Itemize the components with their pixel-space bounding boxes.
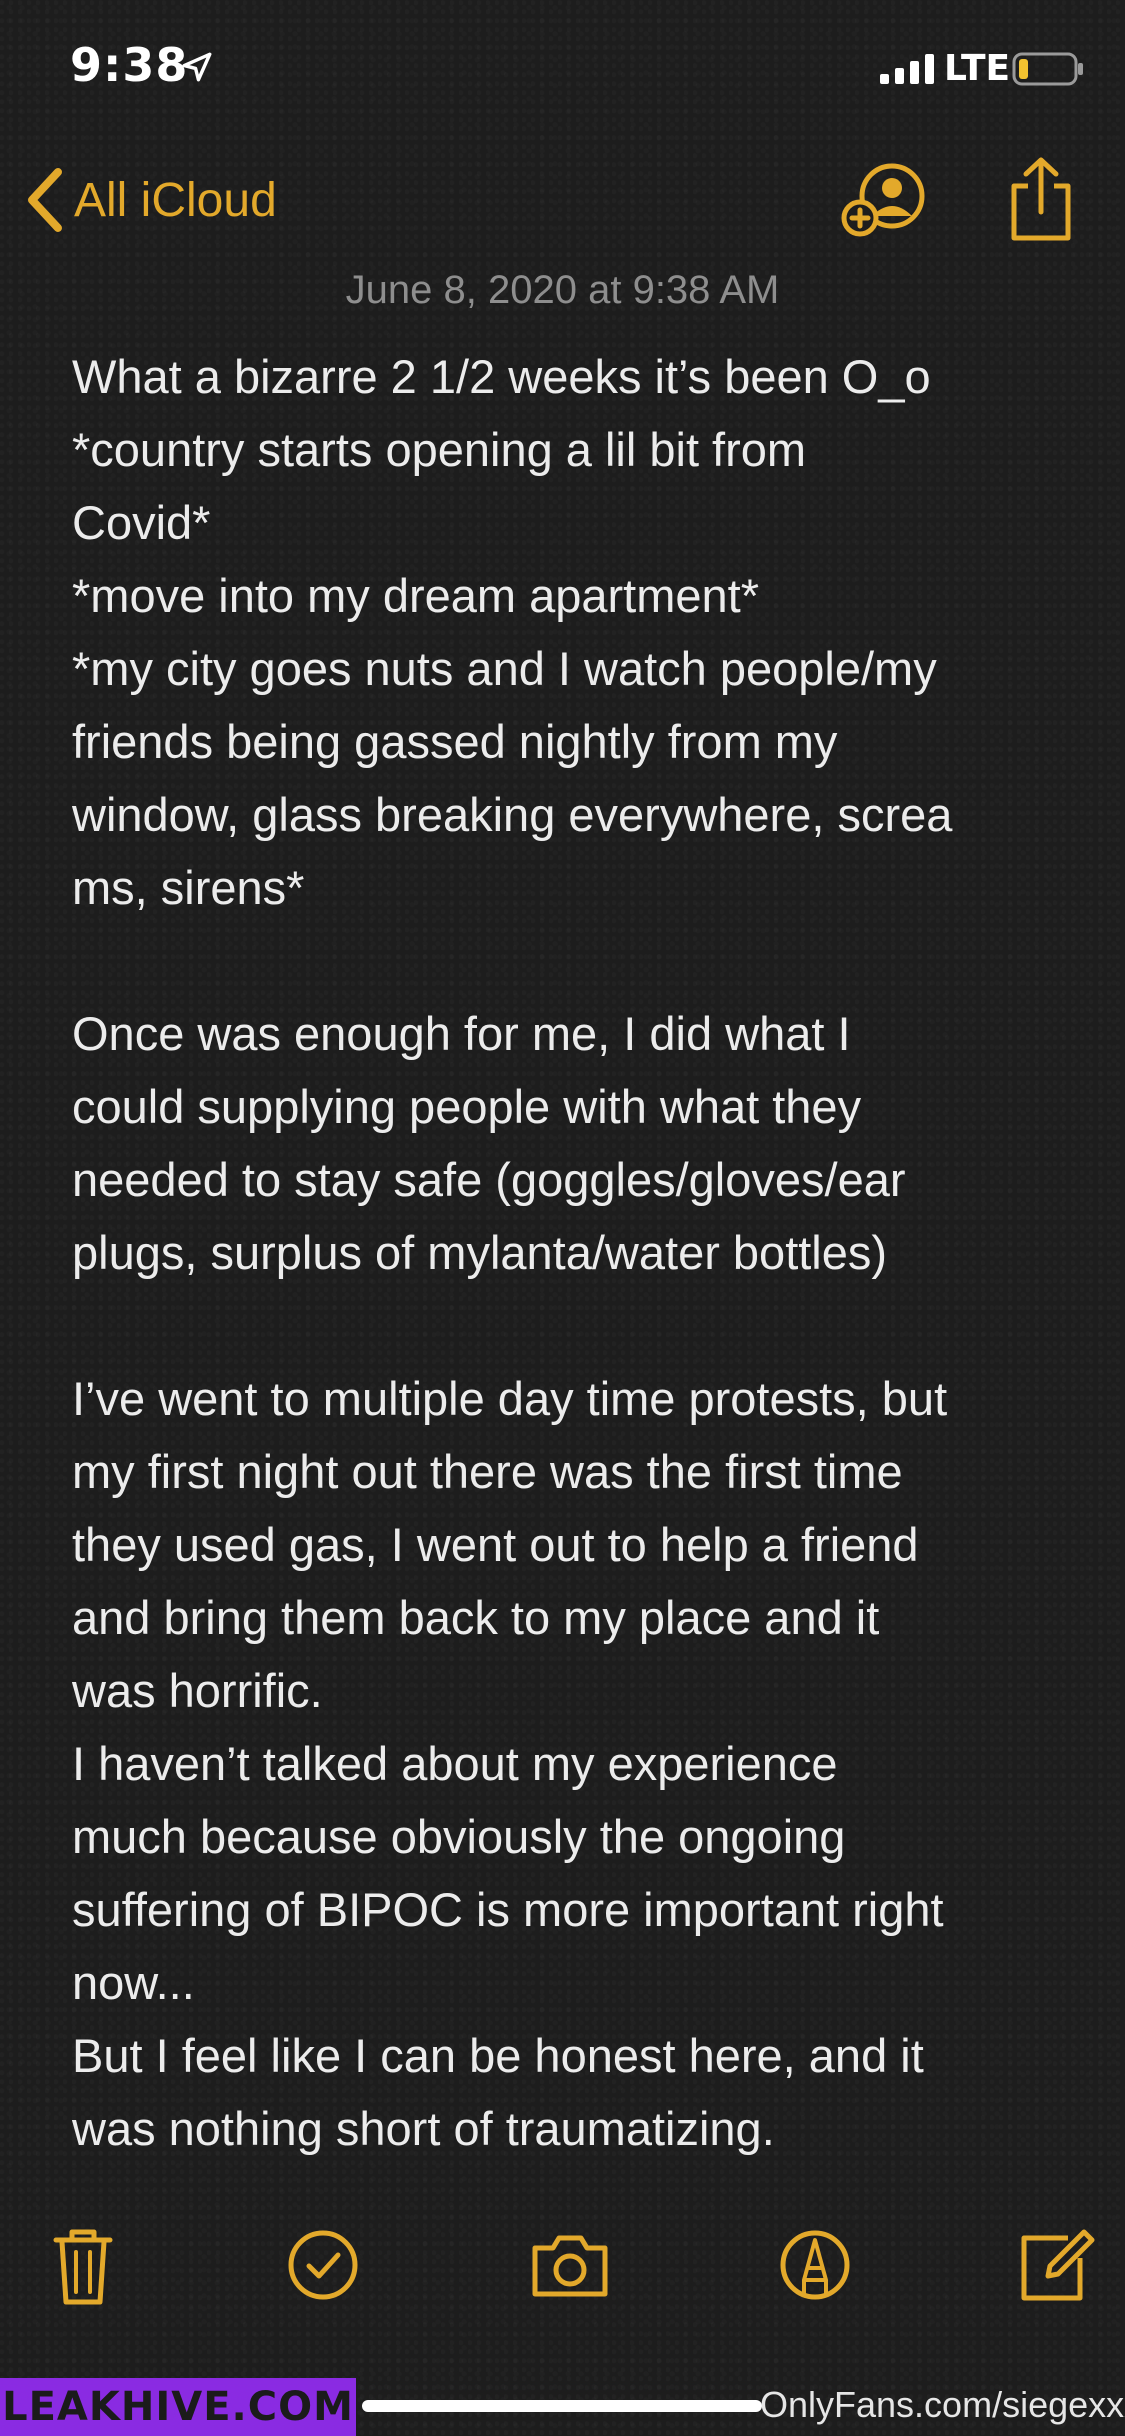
note-line: needed to stay safe (goggles/gloves/ear [72,1153,906,1206]
bottom-toolbar [0,2200,1125,2330]
back-button[interactable]: All iCloud [22,160,277,240]
note-line: window, glass breaking everywhere, screa [72,788,953,841]
checklist-icon [288,2230,358,2300]
note-line: *move into my dream apartment* [72,569,760,622]
note-line: suffering of BIPOC is more important rig… [72,1883,944,1936]
note-line: plugs, surplus of mylanta/water bottles) [72,1226,888,1279]
watermark-bar: LEAKHIVE.COM OnlyFans.com/siegexxx [0,2378,1125,2436]
markup-button[interactable] [770,2220,860,2310]
note-line: Covid* [72,496,211,549]
note-line: they used gas, I went out to help a frie… [72,1518,919,1571]
battery-low-icon [1012,52,1083,86]
note-line: Once was enough for me, I did what I [72,1007,851,1060]
camera-icon [532,2235,608,2297]
cellular-signal-icon [880,54,934,84]
note-line: *my city goes nuts and I watch people/my [72,642,937,695]
note-line [72,924,1082,997]
note-line: I haven’t talked about my experience [72,1737,838,1790]
note-line: was nothing short of traumatizing. [72,2102,775,2155]
note-line: friends being gassed nightly from my [72,715,838,768]
source-credit: OnlyFans.com/siegexxx [760,2384,1125,2425]
home-indicator[interactable] [362,2400,762,2412]
add-person-icon[interactable] [836,152,928,244]
note-line [72,1289,1082,1362]
note-line: I’ve went to multiple day time protests,… [72,1372,948,1425]
note-line: now... [72,1956,195,2009]
chevron-left-icon [28,168,62,232]
compose-button[interactable] [1010,2220,1100,2310]
note-line: ms, sirens* [72,861,305,914]
location-arrow-icon [182,52,212,82]
note-line: much because obviously the ongoing [72,1810,846,1863]
status-time: 9:38 [70,38,189,92]
note-line: and bring them back to my place and it [72,1591,880,1644]
note-line: my first night out there was the first t… [72,1445,903,1498]
note-body[interactable]: What a bizarre 2 1/2 weeks it’s been O_o… [72,340,1082,2190]
status-bar: 9:38 LTE [0,0,1125,140]
navigation-bar: All iCloud [0,140,1125,270]
checklist-button[interactable] [278,2220,368,2310]
note-line: could supplying people with what they [72,1080,862,1133]
share-icon[interactable] [1006,154,1076,246]
compose-icon [1021,2229,1095,2301]
note-line: *country starts opening a lil bit from [72,423,807,476]
trash-icon [53,2229,113,2305]
markup-pen-icon [780,2230,850,2300]
back-label: All iCloud [74,173,277,227]
site-watermark: LEAKHIVE.COM [0,2378,356,2436]
delete-button[interactable] [38,2220,128,2310]
note-line: But I feel like I can be honest here, an… [72,2029,924,2082]
note-line: was horrific. [72,1664,323,1717]
note-date: June 8, 2020 at 9:38 AM [345,268,780,312]
camera-button[interactable] [525,2220,615,2310]
note-line: What a bizarre 2 1/2 weeks it’s been O_o [72,350,931,403]
network-type: LTE [944,48,1011,89]
